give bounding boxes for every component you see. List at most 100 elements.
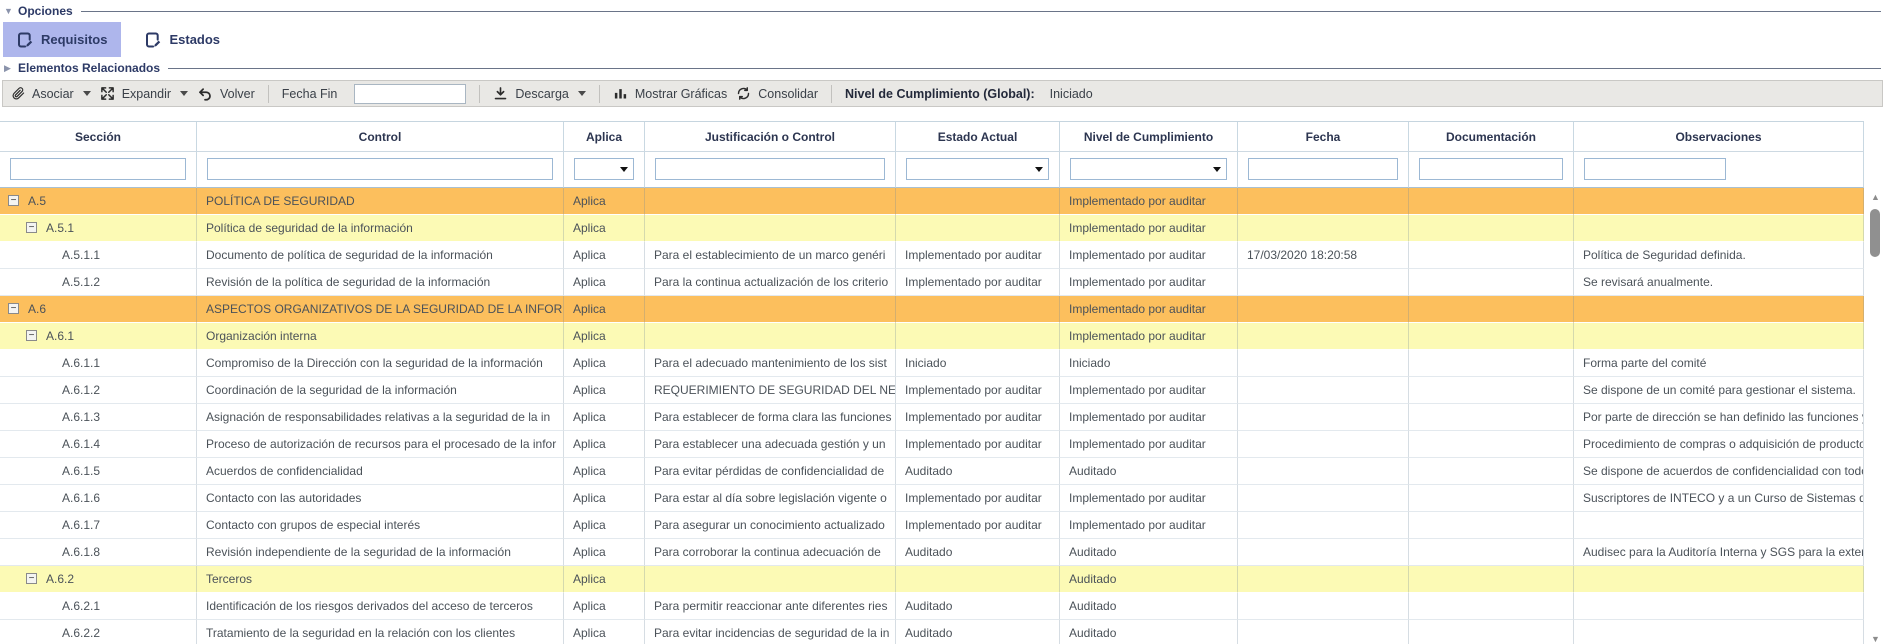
filter-select-estado[interactable] xyxy=(906,158,1049,180)
table-row[interactable]: A.5.1.1Documento de política de segurida… xyxy=(0,242,1864,269)
table-row[interactable]: A.6.1.2Coordinación de la seguridad de l… xyxy=(0,377,1864,404)
filter-input-control[interactable] xyxy=(207,158,553,180)
cell-documentacion xyxy=(1409,431,1574,458)
filter-input-documentacion[interactable] xyxy=(1419,158,1563,180)
column-header-observaciones[interactable]: Observaciones xyxy=(1574,122,1864,152)
scrollbar-thumb[interactable] xyxy=(1870,209,1880,257)
table-row[interactable]: −A.6ASPECTOS ORGANIZATIVOS DE LA SEGURID… xyxy=(0,296,1864,323)
filter-input-observaciones[interactable] xyxy=(1584,158,1726,180)
table-row[interactable]: A.6.1.5Acuerdos de confidencialidadAplic… xyxy=(0,458,1864,485)
cell-aplica: Aplica xyxy=(564,539,645,566)
column-header-aplica[interactable]: Aplica xyxy=(564,122,645,152)
cell-observaciones: Por parte de dirección se han definido l… xyxy=(1574,404,1864,431)
seccion-label: A.6.1.7 xyxy=(62,518,100,532)
scroll-up-icon[interactable]: ▲ xyxy=(1869,191,1882,203)
table-row[interactable]: −A.6.1Organización internaAplicaImplemen… xyxy=(0,323,1864,350)
volver-label: Volver xyxy=(220,87,255,101)
table-row[interactable]: A.5.1.2Revisión de la política de seguri… xyxy=(0,269,1864,296)
descarga-button[interactable]: Descarga xyxy=(493,86,586,101)
table-row[interactable]: A.6.1.7Contacto con grupos de especial i… xyxy=(0,512,1864,539)
descarga-label: Descarga xyxy=(515,87,569,101)
volver-button[interactable]: Volver xyxy=(197,86,255,101)
collapse-right-icon[interactable]: ▶ xyxy=(4,63,18,74)
column-header-control[interactable]: Control xyxy=(197,122,564,152)
cell-seccion: A.6.2.2 xyxy=(0,620,197,644)
filter-cell-nivel xyxy=(1060,152,1238,188)
cell-seccion: −A.5 xyxy=(0,188,197,215)
collapse-toggle[interactable]: − xyxy=(26,222,37,233)
table-row[interactable]: A.6.1.1Compromiso de la Dirección con la… xyxy=(0,350,1864,377)
cell-nivel: Auditado xyxy=(1060,566,1238,593)
cell-estado: Implementado por auditar xyxy=(896,377,1060,404)
cell-fecha xyxy=(1238,566,1409,593)
column-header-justificacion[interactable]: Justificación o Control xyxy=(645,122,896,152)
opciones-section-header[interactable]: ▼ Opciones xyxy=(0,3,1885,19)
fecha-fin-input[interactable] xyxy=(354,84,466,104)
cell-seccion: A.6.1.2 xyxy=(0,377,197,404)
column-header-nivel[interactable]: Nivel de Cumplimiento xyxy=(1060,122,1238,152)
collapse-toggle[interactable]: − xyxy=(8,303,19,314)
column-header-documentacion[interactable]: Documentación xyxy=(1409,122,1574,152)
cell-fecha xyxy=(1238,404,1409,431)
elementos-section-header[interactable]: ▶ Elementos Relacionados xyxy=(0,60,1885,76)
filter-input-seccion[interactable] xyxy=(10,158,186,180)
collapse-toggle[interactable]: − xyxy=(26,330,37,341)
cell-observaciones: Procedimiento de compras o adquisición d… xyxy=(1574,431,1864,458)
scroll-down-icon[interactable]: ▼ xyxy=(1869,633,1882,644)
table-row[interactable]: A.6.2.2Tratamiento de la seguridad en la… xyxy=(0,620,1864,644)
cell-nivel: Implementado por auditar xyxy=(1060,323,1238,350)
tab-estados[interactable]: Estados xyxy=(131,22,234,57)
consolidar-button[interactable]: Consolidar xyxy=(736,86,818,101)
table-row[interactable]: −A.6.2TercerosAplicaAuditado xyxy=(0,566,1864,593)
cell-observaciones xyxy=(1574,296,1864,323)
table-row[interactable]: A.6.1.6Contacto con las autoridadesAplic… xyxy=(0,485,1864,512)
cell-aplica: Aplica xyxy=(564,269,645,296)
expandir-button[interactable]: Expandir xyxy=(100,86,188,101)
select-arrow-icon xyxy=(620,167,628,172)
filter-cell-seccion xyxy=(0,152,197,188)
cell-justificacion: Para establecer de forma clara las funci… xyxy=(645,404,896,431)
chevron-down-icon xyxy=(83,91,91,96)
column-header-seccion[interactable]: Sección xyxy=(0,122,197,152)
table-row[interactable]: A.6.1.4Proceso de autorización de recurs… xyxy=(0,431,1864,458)
tab-requisitos[interactable]: Requisitos xyxy=(3,22,121,57)
collapse-toggle[interactable]: − xyxy=(8,195,19,206)
collapse-toggle[interactable]: − xyxy=(26,573,37,584)
filter-cell-aplica xyxy=(564,152,645,188)
collapse-down-icon[interactable]: ▼ xyxy=(4,6,18,16)
cell-estado: Implementado por auditar xyxy=(896,512,1060,539)
mostrar-graficas-button[interactable]: Mostrar Gráficas xyxy=(613,86,727,101)
asociar-button[interactable]: Asociar xyxy=(12,86,91,101)
cell-estado: Auditado xyxy=(896,458,1060,485)
filter-input-justificacion[interactable] xyxy=(655,158,885,180)
vertical-scrollbar[interactable]: ▲ ▼ xyxy=(1869,187,1882,644)
seccion-label: A.6.1.3 xyxy=(62,410,100,424)
cell-justificacion: Para la continua actualización de los cr… xyxy=(645,269,896,296)
table-row[interactable]: A.6.1.3Asignación de responsabilidades r… xyxy=(0,404,1864,431)
filter-input-fecha[interactable] xyxy=(1248,158,1398,180)
toolbar-separator xyxy=(831,85,832,103)
cell-documentacion xyxy=(1409,269,1574,296)
table-row[interactable]: A.6.1.8Revisión independiente de la segu… xyxy=(0,539,1864,566)
table-row[interactable]: −A.5POLÍTICA DE SEGURIDADAplicaImplement… xyxy=(0,188,1864,215)
column-header-fecha[interactable]: Fecha xyxy=(1238,122,1409,152)
seccion-label: A.6.1.4 xyxy=(62,437,100,451)
cell-seccion: A.6.1.5 xyxy=(0,458,197,485)
bookmark-edit-icon xyxy=(145,32,161,48)
cell-observaciones xyxy=(1574,512,1864,539)
seccion-label: A.6.2 xyxy=(46,572,74,586)
cell-documentacion xyxy=(1409,350,1574,377)
cell-justificacion: Para evitar incidencias de seguridad de … xyxy=(645,620,896,644)
table-row[interactable]: −A.5.1Política de seguridad de la inform… xyxy=(0,215,1864,242)
table-row[interactable]: A.6.2.1Identificación de los riesgos der… xyxy=(0,593,1864,620)
cell-nivel: Auditado xyxy=(1060,539,1238,566)
cell-seccion: A.6.1.8 xyxy=(0,539,197,566)
cell-estado xyxy=(896,215,1060,242)
cell-documentacion xyxy=(1409,215,1574,242)
filter-select-nivel[interactable] xyxy=(1070,158,1227,180)
cell-nivel: Implementado por auditar xyxy=(1060,485,1238,512)
cell-estado: Implementado por auditar xyxy=(896,404,1060,431)
filter-select-aplica[interactable] xyxy=(574,158,634,180)
column-header-estado[interactable]: Estado Actual xyxy=(896,122,1060,152)
cell-documentacion xyxy=(1409,296,1574,323)
